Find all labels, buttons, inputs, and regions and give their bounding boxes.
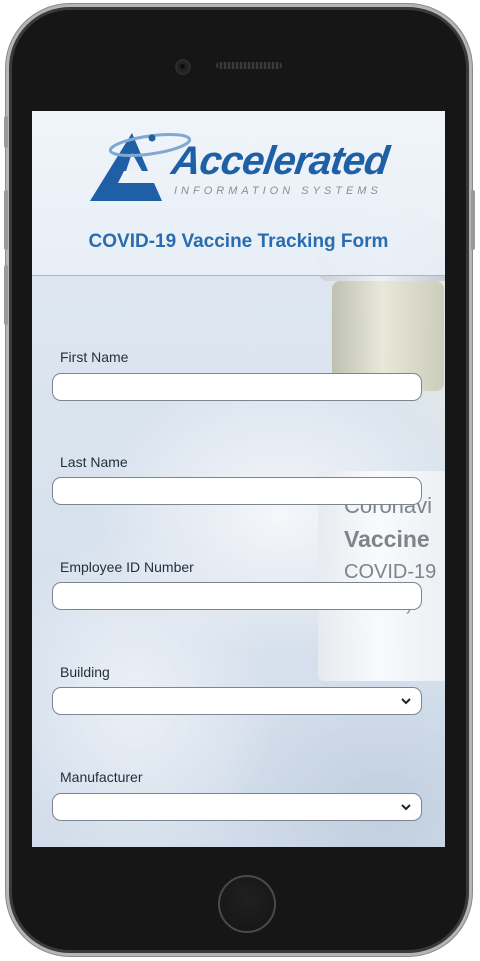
- mute-switch: [4, 116, 8, 148]
- manufacturer-select[interactable]: [52, 793, 422, 821]
- volume-down-button: [4, 265, 8, 325]
- volume-up-button: [4, 190, 8, 250]
- company-logo: Accelerated INFORMATION SYSTEMS: [88, 131, 391, 203]
- employee-id-label: Employee ID Number: [60, 559, 194, 575]
- form-header: Accelerated INFORMATION SYSTEMS COVID-19…: [32, 111, 445, 276]
- form-title: COVID-19 Vaccine Tracking Form: [88, 231, 389, 252]
- building-label: Building: [60, 664, 110, 680]
- logo-tagline: INFORMATION SYSTEMS: [174, 185, 382, 197]
- logo-wordmark: Accelerated: [168, 139, 391, 183]
- chevron-down-icon: [401, 698, 411, 705]
- home-button[interactable]: [218, 875, 276, 933]
- manufacturer-label: Manufacturer: [60, 769, 143, 785]
- app-screen: Coronavi Vaccine COVID-19 y Accelerated …: [32, 111, 445, 847]
- power-button: [471, 190, 475, 250]
- first-name-label: First Name: [60, 349, 129, 365]
- front-camera-icon: [175, 59, 191, 75]
- last-name-input[interactable]: [52, 477, 422, 505]
- last-name-label: Last Name: [60, 454, 128, 470]
- chevron-down-icon: [401, 804, 411, 811]
- first-name-input[interactable]: [52, 373, 422, 401]
- earpiece-speaker: [216, 62, 282, 69]
- building-select[interactable]: [52, 687, 422, 715]
- employee-id-input[interactable]: [52, 582, 422, 610]
